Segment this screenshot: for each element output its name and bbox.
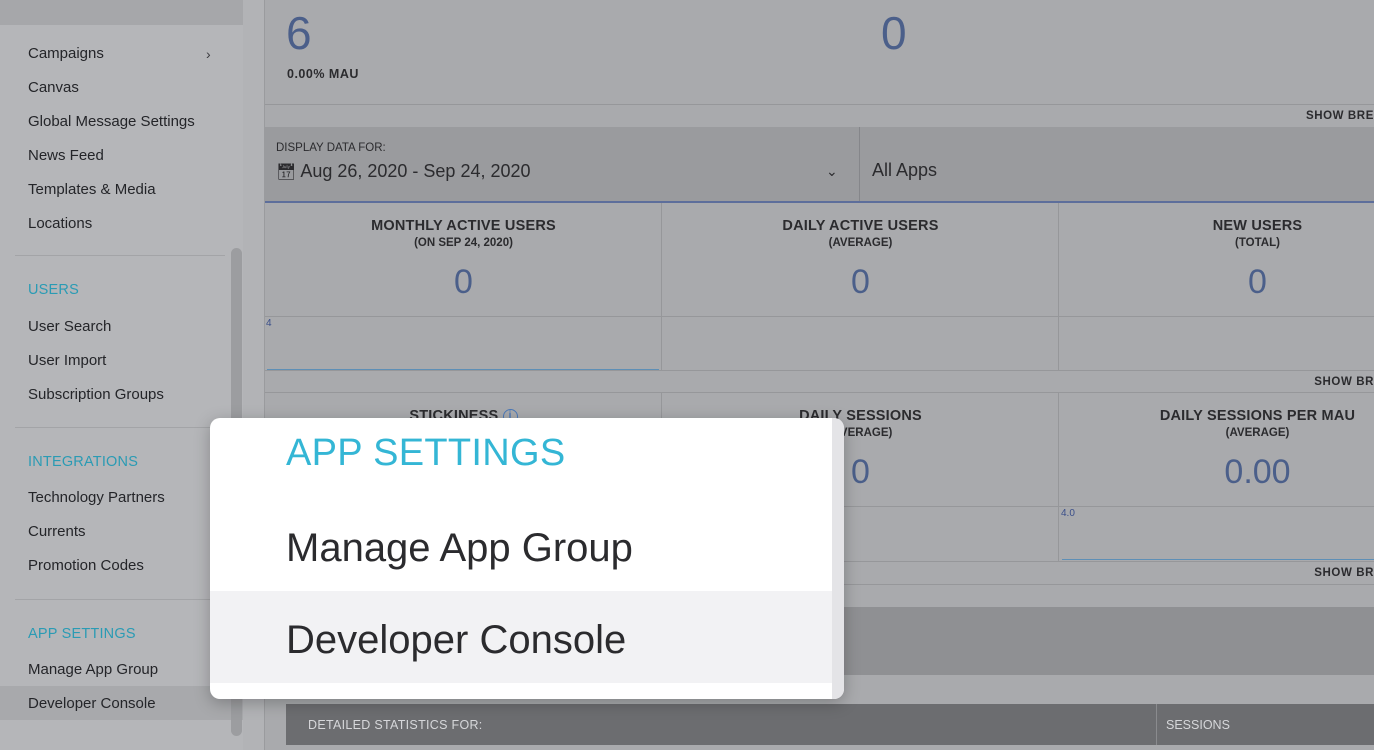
sidebar-item-canvas[interactable]: Canvas xyxy=(28,79,79,96)
stat-title: NEW USERS xyxy=(1212,218,1303,234)
date-range-text: Aug 26, 2020 - Sep 24, 2020 xyxy=(300,161,531,181)
divider xyxy=(265,104,1374,105)
divider xyxy=(661,203,662,370)
stat-title: DAILY SESSIONS PER MAU xyxy=(1159,408,1356,424)
stat-subtitle: (ON SEP 24, 2020) xyxy=(414,237,513,249)
popup-item-manage-app-group[interactable]: Manage App Group xyxy=(286,526,633,571)
chevron-down-icon[interactable]: ⌄ xyxy=(826,163,838,180)
stat-subtitle: (AVERAGE) xyxy=(828,237,893,249)
sidebar-section-users: USERS xyxy=(28,282,79,298)
zoomed-menu-callout: APP SETTINGS Manage App Group Developer … xyxy=(210,418,844,699)
sidebar-section-app-settings: APP SETTINGS xyxy=(28,626,136,642)
sidebar: Campaigns › Canvas Global Message Settin… xyxy=(0,0,243,750)
stat-subtitle: (TOTAL) xyxy=(1235,237,1280,249)
stat-title: DAILY ACTIVE USERS xyxy=(782,218,939,234)
stat-value: 0 xyxy=(454,263,473,301)
show-breakdown-link[interactable]: SHOW BR xyxy=(1314,567,1374,579)
sidebar-item-user-import[interactable]: User Import xyxy=(28,352,106,369)
stat-monthly-active-users: MONTHLY ACTIVE USERS (ON SEP 24, 2020) 0 xyxy=(265,218,662,302)
date-range-value[interactable]: 📅︎ Aug 26, 2020 - Sep 24, 2020 xyxy=(276,161,531,182)
divider xyxy=(1156,704,1157,745)
sidebar-item-subscription-groups[interactable]: Subscription Groups xyxy=(28,386,164,403)
popup-item-developer-console[interactable]: Developer Console xyxy=(286,618,626,663)
date-filter-bar: DISPLAY DATA FOR: 📅︎ Aug 26, 2020 - Sep … xyxy=(265,127,1374,203)
top-stat-value-right: 0 xyxy=(881,7,907,59)
stat-subtitle: (AVERAGE) xyxy=(1225,427,1290,439)
sidebar-item-currents[interactable]: Currents xyxy=(28,523,86,540)
stat-daily-sessions-per-mau: DAILY SESSIONS PER MAU (AVERAGE) 0.00 xyxy=(1059,408,1374,492)
show-breakdown-link[interactable]: SHOW BRE xyxy=(1306,110,1374,122)
sidebar-item-templates-media[interactable]: Templates & Media xyxy=(28,181,156,198)
divider xyxy=(265,316,1374,317)
sessions-column-header[interactable]: SESSIONS xyxy=(1166,718,1230,732)
sparkline-axis-tick: 4.0 xyxy=(1061,508,1075,519)
sidebar-item-campaigns[interactable]: Campaigns xyxy=(28,45,104,62)
sidebar-top-strip xyxy=(0,0,243,25)
sparkline-axis-tick: 4 xyxy=(266,318,272,329)
sidebar-item-locations[interactable]: Locations xyxy=(28,215,92,232)
sidebar-item-technology-partners[interactable]: Technology Partners xyxy=(28,489,165,506)
top-stat-value-left: 6 xyxy=(286,7,312,59)
app-selector[interactable]: All Apps xyxy=(872,160,937,181)
stat-daily-active-users: DAILY ACTIVE USERS (AVERAGE) 0 xyxy=(662,218,1059,302)
calendar-icon: 📅︎ xyxy=(276,164,297,181)
sidebar-divider xyxy=(15,599,225,600)
popup-scrollbar[interactable] xyxy=(832,418,844,699)
sidebar-divider xyxy=(15,427,225,428)
sidebar-divider xyxy=(15,255,225,256)
stat-value: 0 xyxy=(851,263,870,301)
sidebar-item-global-message-settings[interactable]: Global Message Settings xyxy=(28,113,195,130)
divider xyxy=(1058,393,1059,561)
date-range-picker[interactable]: DISPLAY DATA FOR: 📅︎ Aug 26, 2020 - Sep … xyxy=(265,127,860,201)
divider xyxy=(1058,203,1059,370)
sidebar-section-integrations: INTEGRATIONS xyxy=(28,454,139,470)
sidebar-item-news-feed[interactable]: News Feed xyxy=(28,147,104,164)
show-breakdown-link[interactable]: SHOW BR xyxy=(1314,376,1374,388)
divider xyxy=(265,392,1374,393)
sparkline xyxy=(1062,559,1374,560)
stat-title: MONTHLY ACTIVE USERS xyxy=(371,218,556,234)
sidebar-item-user-search[interactable]: User Search xyxy=(28,318,111,335)
top-stat-mau-percent: 0.00% MAU xyxy=(287,67,359,81)
sidebar-item-promotion-codes[interactable]: Promotion Codes xyxy=(28,557,144,574)
sidebar-item-manage-app-group[interactable]: Manage App Group xyxy=(28,661,158,678)
stat-value: 0.00 xyxy=(1224,453,1291,491)
chevron-right-icon[interactable]: › xyxy=(206,46,211,62)
stat-value: 0 xyxy=(1248,263,1267,301)
stat-new-users: NEW USERS (TOTAL) 0 xyxy=(1059,218,1374,302)
popup-section-app-settings: APP SETTINGS xyxy=(286,432,566,474)
sidebar-item-developer-console[interactable]: Developer Console xyxy=(28,695,156,712)
display-data-label: DISPLAY DATA FOR: xyxy=(276,142,386,154)
divider xyxy=(265,370,1374,371)
detailed-statistics-label: DETAILED STATISTICS FOR: xyxy=(308,718,483,732)
detailed-statistics-header: DETAILED STATISTICS FOR: SESSIONS xyxy=(286,704,1374,745)
